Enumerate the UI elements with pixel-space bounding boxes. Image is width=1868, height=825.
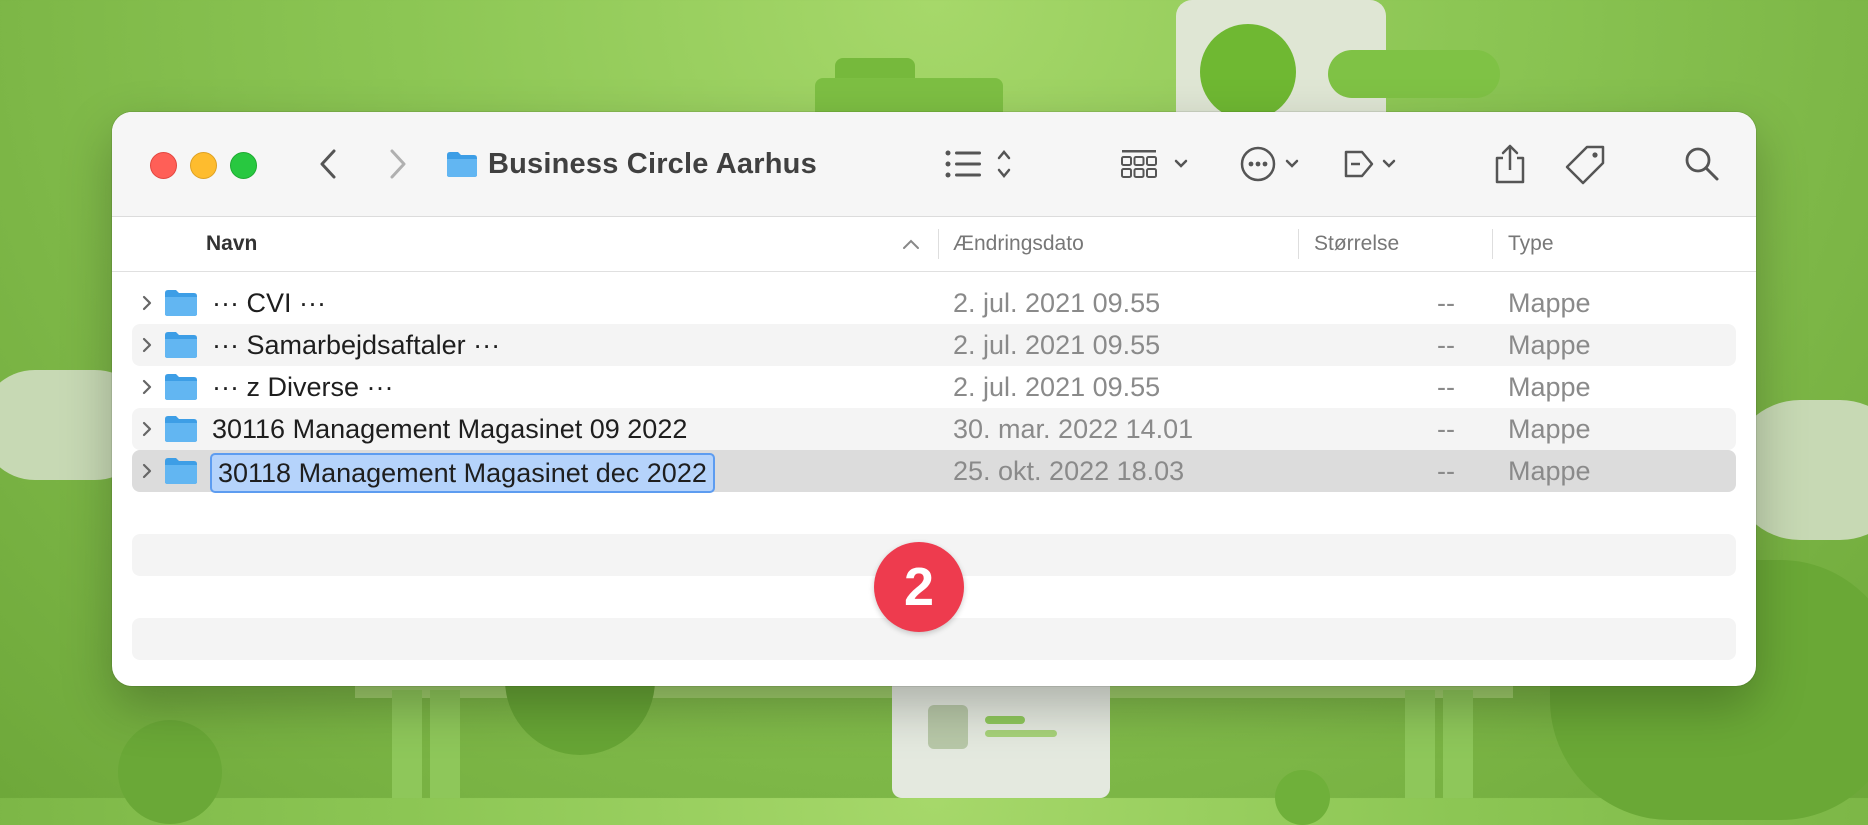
column-name-header[interactable]: Navn [206,217,257,271]
file-type: Mappe [1508,456,1591,486]
column-type-header[interactable]: Type [1508,217,1554,271]
disclosure-chevron-icon[interactable] [140,462,154,480]
tag-icon [1565,145,1605,185]
finder-window: Business Circle Aarhus Navn Ændringsdato… [112,112,1756,686]
forward-button[interactable] [380,140,416,188]
folder-icon [165,416,197,442]
file-size: -- [1437,372,1455,402]
file-type: Mappe [1508,414,1591,444]
sort-ascending-icon [903,239,919,249]
background-line [985,716,1025,724]
file-size: -- [1437,330,1455,360]
background-ball [118,720,222,824]
empty-row [132,660,1736,686]
background-pie [1200,24,1296,120]
more-icon [1240,146,1299,182]
tags-button[interactable] [1564,140,1608,188]
grid-view-icon [1121,150,1188,178]
share-icon [1495,144,1525,184]
close-window-button[interactable] [150,152,177,179]
actions-button[interactable] [1240,140,1310,188]
column-separator[interactable] [1492,229,1493,259]
file-size: -- [1437,288,1455,318]
list-view-icon [945,150,1011,178]
file-date: 2. jul. 2021 09.55 [953,288,1161,318]
edit-tags-button[interactable] [1342,140,1412,188]
disclosure-chevron-icon[interactable] [140,378,154,396]
background-leg [1405,690,1435,798]
list-item[interactable]: ··· z Diverse ··· 2. jul. 2021 09.55 -- … [132,366,1736,408]
folder-icon [165,458,197,484]
background-leg [1443,690,1473,798]
file-size: -- [1437,456,1455,486]
file-date: 30. mar. 2022 14.01 [953,414,1194,444]
folder-icon [165,374,197,400]
step-badge: 2 [874,542,964,632]
window-title-area: Business Circle Aarhus [446,144,817,184]
list-item[interactable]: ··· CVI ··· 2. jul. 2021 09.55 -- Mappe [132,282,1736,324]
file-date: 2. jul. 2021 09.55 [953,330,1161,360]
file-type: Mappe [1508,330,1591,360]
empty-row [132,492,1736,534]
folder-icon [165,332,197,358]
background-line [985,730,1057,737]
background-leg [392,690,422,798]
file-size: -- [1437,414,1455,444]
disclosure-chevron-icon[interactable] [140,420,154,438]
background-paper [892,680,1110,798]
folder-icon [165,290,197,316]
column-size-header[interactable]: Størrelse [1314,217,1399,271]
back-button[interactable] [310,140,346,188]
file-name: 30116 Management Magasinet 09 2022 [212,414,688,444]
disclosure-chevron-icon[interactable] [140,336,154,354]
background-pill [1328,50,1500,98]
list-view-button[interactable] [942,140,1020,188]
column-separator[interactable] [1298,229,1299,259]
toolbar: Business Circle Aarhus [112,112,1756,217]
file-name: ··· Samarbejdsaftaler ··· [212,330,501,360]
list-item[interactable]: 30116 Management Magasinet 09 2022 30. m… [132,408,1736,450]
background-leg [430,690,460,798]
file-type: Mappe [1508,372,1591,402]
disclosure-chevron-icon[interactable] [140,294,154,312]
minimize-window-button[interactable] [190,152,217,179]
background-person [928,705,968,749]
back-icon [320,149,336,179]
list-item[interactable]: ··· Samarbejdsaftaler ··· 2. jul. 2021 0… [132,324,1736,366]
file-date: 25. okt. 2022 18.03 [953,456,1185,486]
file-name: ··· CVI ··· [212,288,326,318]
rename-field[interactable]: 30118 Management Magasinet dec 2022 [210,453,715,493]
group-button[interactable] [1120,140,1198,188]
share-button[interactable] [1490,140,1530,188]
file-date: 2. jul. 2021 09.55 [953,372,1161,402]
column-header: Navn Ændringsdato Størrelse Type [112,217,1756,272]
search-button[interactable] [1682,140,1722,188]
forward-icon [390,149,406,179]
folder-icon [447,152,477,177]
window-title: Business Circle Aarhus [488,147,817,180]
search-icon [1685,147,1719,181]
column-date-header[interactable]: Ændringsdato [953,217,1084,271]
file-name: ··· z Diverse ··· [212,372,394,402]
list-item-selected[interactable]: 30118 Management Magasinet dec 2022 25. … [132,450,1736,493]
column-separator[interactable] [938,229,939,259]
zoom-window-button[interactable] [230,152,257,179]
file-type: Mappe [1508,288,1591,318]
tag-action-icon [1344,150,1396,178]
